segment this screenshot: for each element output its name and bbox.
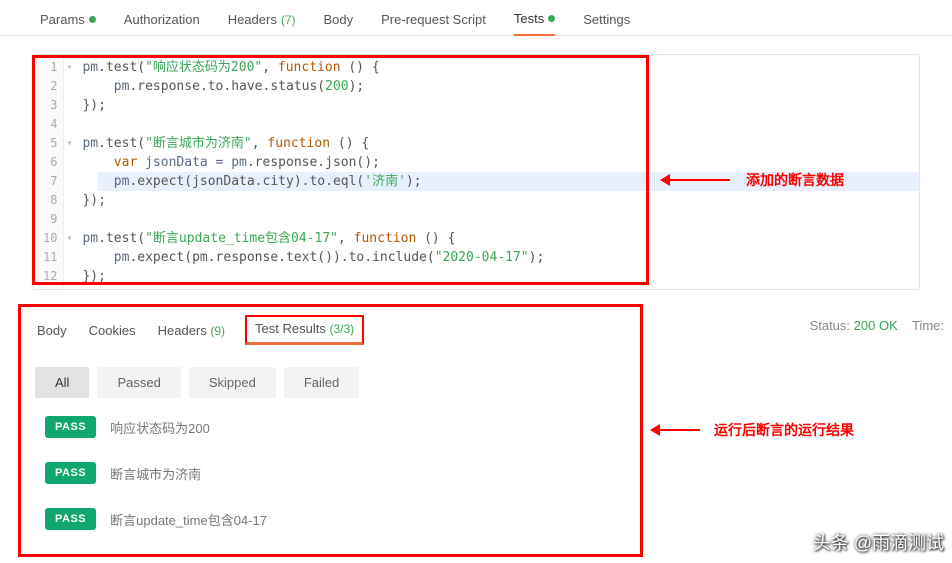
response-tabs: Body Cookies Headers (9) Test Results (3…: [35, 315, 640, 351]
filter-passed[interactable]: Passed: [97, 367, 180, 398]
tab-tests-label: Tests: [514, 11, 544, 26]
resp-tab-headers-count: (9): [210, 324, 225, 338]
result-row: PASS 响应状态码为200: [45, 416, 640, 438]
tab-params-label: Params: [40, 12, 85, 27]
line-gutter: 1 2 3 4 5 6 7 8 9 10 11 12: [33, 55, 64, 289]
resp-tab-headers-label: Headers: [158, 323, 207, 338]
annotation-arrow-2: 运行后断言的运行结果: [650, 420, 854, 440]
annotation-text-1: 添加的断言数据: [746, 170, 844, 190]
dot-icon: [548, 15, 555, 22]
tab-headers-label: Headers: [228, 12, 277, 27]
tab-headers-count: (7): [281, 13, 296, 27]
tab-prerequest[interactable]: Pre-request Script: [381, 4, 486, 35]
results-filter: All Passed Skipped Failed: [35, 367, 640, 398]
pass-badge: PASS: [45, 462, 96, 484]
tab-tests[interactable]: Tests: [514, 3, 555, 36]
request-tabs: Params Authorization Headers (7) Body Pr…: [0, 0, 952, 36]
result-text: 响应状态码为200: [110, 418, 210, 437]
tab-settings[interactable]: Settings: [583, 4, 630, 35]
resp-tab-test-results[interactable]: Test Results (3/3): [245, 315, 364, 345]
result-text: 断言城市为济南: [110, 464, 201, 483]
resp-tab-tr-label: Test Results: [255, 321, 326, 336]
dot-icon: [89, 16, 96, 23]
response-panel: Body Cookies Headers (9) Test Results (3…: [18, 304, 643, 557]
resp-tab-headers[interactable]: Headers (9): [156, 317, 227, 344]
fold-gutter: ▾ ▾ ▾: [64, 55, 74, 289]
tab-headers[interactable]: Headers (7): [228, 4, 296, 35]
tab-authorization[interactable]: Authorization: [124, 4, 200, 35]
resp-tab-body[interactable]: Body: [35, 317, 69, 344]
pass-badge: PASS: [45, 508, 96, 530]
response-status: Status: 200 OK Time:: [810, 318, 944, 333]
filter-failed[interactable]: Failed: [284, 367, 359, 398]
filter-skipped[interactable]: Skipped: [189, 367, 276, 398]
annotation-text-2: 运行后断言的运行结果: [714, 420, 854, 440]
resp-tab-cookies[interactable]: Cookies: [87, 317, 138, 344]
annotation-arrow-1: 添加的断言数据: [660, 170, 844, 190]
pass-badge: PASS: [45, 416, 96, 438]
tab-params[interactable]: Params: [40, 4, 96, 35]
code-body[interactable]: pm.test("响应状态码为200", function () { pm.re…: [74, 55, 552, 289]
filter-all[interactable]: All: [35, 367, 89, 398]
result-text: 断言update_time包含04-17: [110, 510, 267, 529]
result-row: PASS 断言城市为济南: [45, 462, 640, 484]
result-row: PASS 断言update_time包含04-17: [45, 508, 640, 530]
watermark: 头条 @雨滴测试: [813, 529, 944, 555]
tab-body[interactable]: Body: [324, 4, 354, 35]
resp-tab-tr-count: (3/3): [329, 322, 354, 336]
